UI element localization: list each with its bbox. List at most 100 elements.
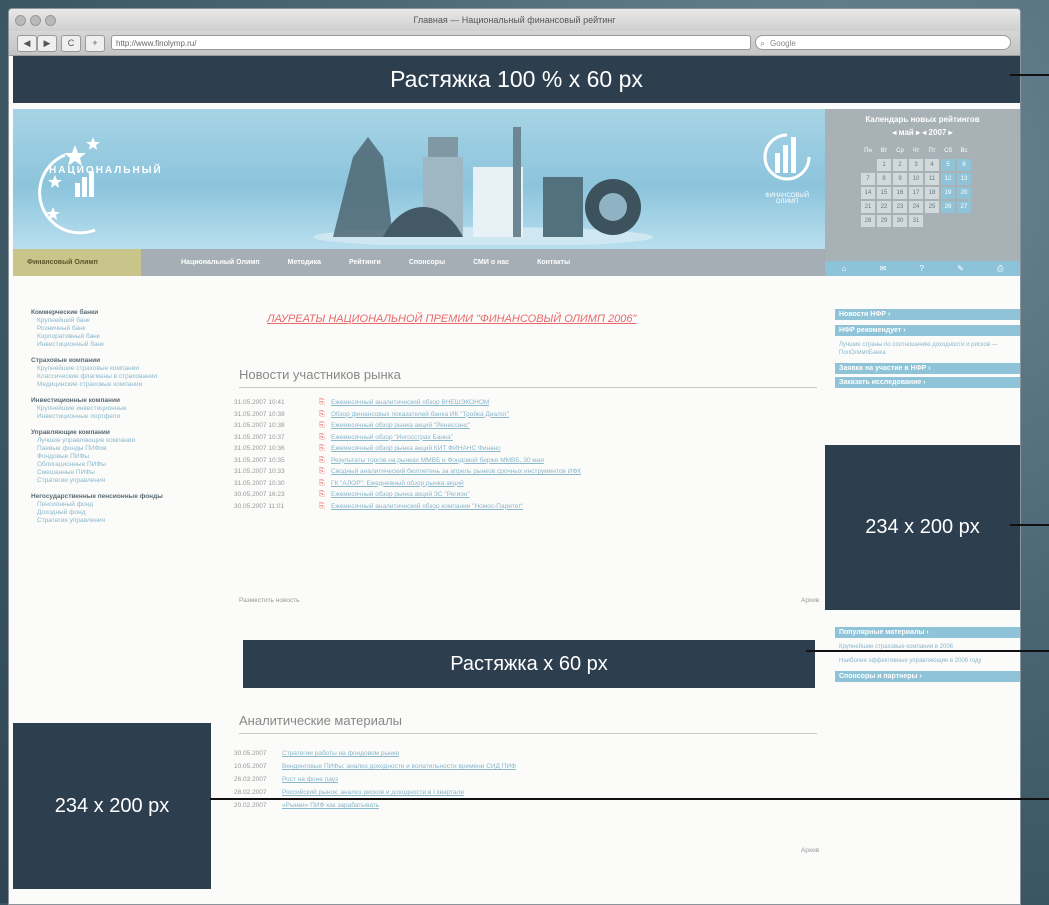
- partners-button[interactable]: Спонсоры и партнеры ›: [835, 671, 1020, 682]
- popular-item[interactable]: Наиболее эффективные управляющие в 2006 …: [839, 657, 1020, 665]
- calendar-day[interactable]: 10: [909, 173, 923, 185]
- calendar-day[interactable]: 11: [925, 173, 939, 185]
- calendar-day[interactable]: 19: [941, 187, 955, 199]
- news-link[interactable]: Ежемесячный обзор рынка акций КИТ ФИНАНС…: [331, 443, 501, 455]
- analytics-link[interactable]: Вендинговые ПИФы: анализ доходности и во…: [282, 760, 516, 773]
- news-archive-link[interactable]: Архив: [801, 597, 819, 604]
- calendar-day[interactable]: 3: [909, 159, 923, 171]
- right-action-button[interactable]: Заказать исследование ›: [835, 377, 1020, 388]
- menu-item-5[interactable]: СМИ о нас: [459, 259, 523, 266]
- sidebar-item[interactable]: Медицинские страховые компании: [31, 381, 203, 389]
- calendar-day[interactable]: 29: [877, 215, 891, 227]
- calendar-day[interactable]: 21: [861, 201, 875, 213]
- calendar-day[interactable]: 8: [877, 173, 891, 185]
- calendar-day[interactable]: 17: [909, 187, 923, 199]
- recommend-text[interactable]: Лучшие страны по соотношению доходности …: [839, 341, 1020, 357]
- close-window-button[interactable]: [15, 15, 26, 26]
- calendar-day[interactable]: 2: [893, 159, 907, 171]
- calendar-day[interactable]: 26: [941, 201, 955, 213]
- analytics-link[interactable]: Стратегии работы на фондовом рынке: [282, 747, 399, 760]
- calendar-day[interactable]: 23: [893, 201, 907, 213]
- sidebar-item[interactable]: Стратегия управления: [31, 517, 203, 525]
- sidebar-item[interactable]: Крупнейший банк: [31, 317, 203, 325]
- calendar-day[interactable]: 28: [861, 215, 875, 227]
- right-menu-button[interactable]: Новости НФР ›: [835, 309, 1020, 320]
- calendar-day[interactable]: 12: [941, 173, 955, 185]
- calendar-day[interactable]: 16: [893, 187, 907, 199]
- sidebar-item[interactable]: Фондовые ПИФы: [31, 453, 203, 461]
- menu-item-1[interactable]: Национальный Олимп: [141, 259, 274, 266]
- home-icon[interactable]: ⌂: [842, 261, 847, 276]
- submit-news-link[interactable]: Разместить новость: [239, 597, 300, 604]
- sidebar-item[interactable]: Классические флагманы в страховании: [31, 373, 203, 381]
- calendar-day[interactable]: 9: [893, 173, 907, 185]
- calendar-day[interactable]: 22: [877, 201, 891, 213]
- right-ad-placeholder[interactable]: 234 x 200 px: [825, 445, 1020, 610]
- back-button[interactable]: ◀: [17, 35, 37, 52]
- left-ad-placeholder[interactable]: 234 x 200 px: [13, 723, 211, 889]
- calendar-month-selector[interactable]: ◂ май ▸ ◂ 2007 ▸: [825, 128, 1020, 137]
- calendar-day[interactable]: 27: [957, 201, 971, 213]
- sidebar-item[interactable]: Крупнейшие инвестиционные: [31, 405, 203, 413]
- popular-materials-button[interactable]: Популярные материалы ›: [835, 627, 1020, 638]
- calendar-day[interactable]: 14: [861, 187, 875, 199]
- analytics-link[interactable]: Рост на фоне пауз: [282, 773, 338, 786]
- sidebar-group-title[interactable]: Коммерческие банки: [31, 309, 203, 317]
- news-link[interactable]: Результаты торгов на рынках ММВБ и Фондо…: [331, 455, 544, 467]
- sidebar-item[interactable]: Доходный фонд: [31, 509, 203, 517]
- sidebar-item[interactable]: Стратегии управления: [31, 477, 203, 485]
- forward-button[interactable]: ▶: [37, 35, 57, 52]
- sidebar-group-title[interactable]: Страховые компании: [31, 357, 203, 365]
- sidebar-item[interactable]: Розничный банк: [31, 325, 203, 333]
- calendar-day[interactable]: 25: [925, 201, 939, 213]
- news-link[interactable]: Ежемесячный обзор рынка акций ЗС "Регион…: [331, 489, 470, 501]
- news-link[interactable]: ГК "АЛОР": Ежедневный обзор рынка акций: [331, 478, 464, 490]
- minimize-window-button[interactable]: [30, 15, 41, 26]
- sidebar-item[interactable]: Облигационные ПИФы: [31, 461, 203, 469]
- analytics-link[interactable]: «Рынки» ПИФ как зарабатывать: [282, 799, 379, 812]
- menu-item-3[interactable]: Рейтинги: [335, 259, 395, 266]
- search-input[interactable]: ⌕ Google: [755, 35, 1011, 50]
- calendar-day[interactable]: 18: [925, 187, 939, 199]
- news-link[interactable]: Ежемесячный аналитический обзор ВНЕШЭКОН…: [331, 397, 489, 409]
- add-bookmark-button[interactable]: +: [85, 35, 105, 52]
- calendar-day[interactable]: 20: [957, 187, 971, 199]
- middle-banner-placeholder[interactable]: Растяжка x 60 px: [243, 640, 815, 688]
- sidebar-item[interactable]: Пенсионный фонд: [31, 501, 203, 509]
- menu-item-2[interactable]: Методика: [274, 259, 335, 266]
- calendar-day[interactable]: 4: [925, 159, 939, 171]
- top-banner-placeholder[interactable]: Растяжка 100 % x 60 px: [13, 56, 1020, 103]
- calendar-day[interactable]: 7: [861, 173, 875, 185]
- address-bar[interactable]: http://www.finolymp.ru/: [111, 35, 751, 50]
- sidebar-item[interactable]: Смешанные ПИФы: [31, 469, 203, 477]
- mail-icon[interactable]: ✉: [880, 261, 887, 276]
- help-icon[interactable]: ?: [919, 261, 923, 276]
- right-menu-button[interactable]: НФР рекомендует ›: [835, 325, 1020, 336]
- news-link[interactable]: Ежемесячный обзор "Ингосстрах Банка": [331, 432, 453, 444]
- calendar-day[interactable]: 30: [893, 215, 907, 227]
- news-link[interactable]: Обзор финансовых показателей банка ИК "Т…: [331, 409, 509, 421]
- calendar-day[interactable]: 13: [957, 173, 971, 185]
- sidebar-item[interactable]: Корпоративный банк: [31, 333, 203, 341]
- menu-item-0[interactable]: Финансовый Олимп: [13, 249, 141, 276]
- zoom-window-button[interactable]: [45, 15, 56, 26]
- sidebar-item[interactable]: Инвестиционный банк: [31, 341, 203, 349]
- refresh-button[interactable]: C: [61, 35, 81, 52]
- calendar-day[interactable]: 5: [941, 159, 955, 171]
- right-action-button[interactable]: Заявка на участие в НФР ›: [835, 363, 1020, 374]
- analytics-archive-link[interactable]: Архив: [801, 847, 819, 854]
- calendar-day[interactable]: 6: [957, 159, 971, 171]
- menu-item-6[interactable]: Контакты: [523, 259, 584, 266]
- calendar-day[interactable]: 15: [877, 187, 891, 199]
- sidebar-item[interactable]: Крупнейшие страховые компании: [31, 365, 203, 373]
- news-link[interactable]: Сводный аналитический бюллетень за апрел…: [331, 466, 581, 478]
- calendar-day[interactable]: 1: [877, 159, 891, 171]
- sidebar-group-title[interactable]: Негосударственные пенсионные фонды: [31, 493, 203, 501]
- sidebar-item[interactable]: Лучшие управляющие компании: [31, 437, 203, 445]
- sidebar-item[interactable]: Инвестиционные портфели: [31, 413, 203, 421]
- sidebar-item[interactable]: Паевые фонды ПИФов: [31, 445, 203, 453]
- laureates-link[interactable]: ЛАУРЕАТЫ НАЦИОНАЛЬНОЙ ПРЕМИИ "ФИНАНСОВЫЙ…: [267, 313, 636, 325]
- sidebar-group-title[interactable]: Управляющие компании: [31, 429, 203, 437]
- calendar-day[interactable]: 24: [909, 201, 923, 213]
- news-link[interactable]: Ежемесячный аналитический обзор компании…: [331, 501, 523, 513]
